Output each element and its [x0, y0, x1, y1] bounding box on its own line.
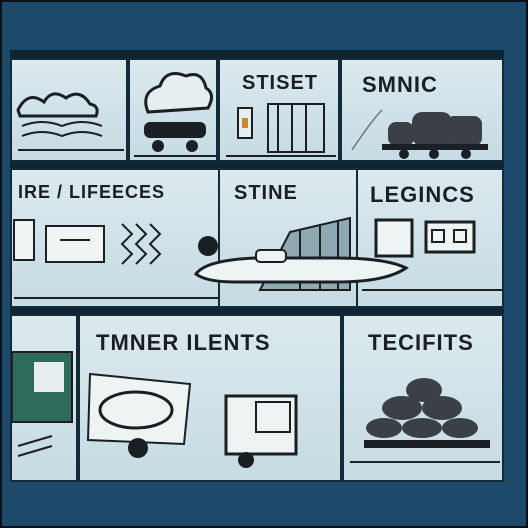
- panel-4-smnic: SMNIC: [340, 58, 504, 162]
- panel-10-tecifits: TECIFITS: [342, 314, 504, 482]
- panel-8-storefront: [10, 314, 78, 482]
- clouds-drawing: [16, 92, 124, 151]
- panel-3-stiset: STISET: [218, 58, 340, 162]
- hangar-drawing: [258, 216, 351, 291]
- vehicles-drawing: [86, 372, 298, 468]
- stone-pile-drawing: [350, 378, 500, 463]
- storefront-drawing: [12, 351, 73, 457]
- panel-5-lifeeces: IRE / LIFEECES: [10, 168, 220, 308]
- signboards-drawing: [13, 219, 218, 299]
- stone-cart-drawing: [351, 109, 488, 159]
- panel-1-clouds: [10, 58, 128, 162]
- cloud-cart-drawing: [134, 72, 216, 157]
- poster-frame: STISET SMNIC IRE / LIFEECES STINE LEGINC…: [0, 0, 528, 528]
- machine-drawing: [226, 103, 336, 157]
- windows-drawing: [362, 218, 502, 291]
- panel-9-tmner-ilents: TMNER ILENTS: [78, 314, 342, 482]
- panel-2-cloud-cart: [128, 58, 218, 162]
- comic-board: STISET SMNIC IRE / LIFEECES STINE LEGINC…: [10, 50, 504, 482]
- panel-6-stine: STINE: [218, 168, 358, 308]
- panel-7-leginces: LEGINCS: [356, 168, 504, 308]
